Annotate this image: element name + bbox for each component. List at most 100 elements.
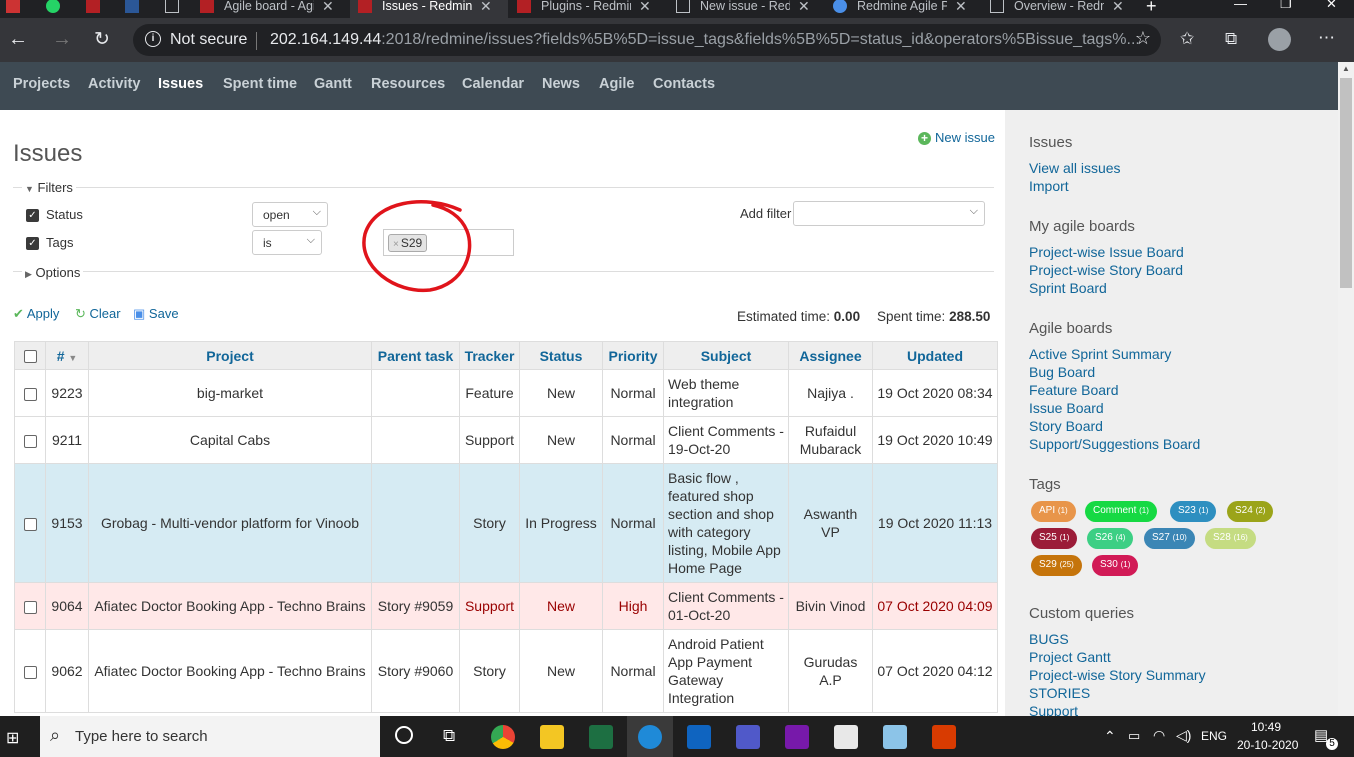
status-filter-checkbox[interactable]: ✓ — [26, 209, 39, 222]
not-secure-label[interactable]: Not secure — [170, 31, 247, 49]
remove-tag-icon[interactable]: × — [393, 239, 399, 250]
teams-icon[interactable] — [736, 725, 760, 749]
table-row[interactable]: 9062 Afiatec Doctor Booking App - Techno… — [14, 629, 998, 713]
notepad-icon[interactable] — [883, 725, 907, 749]
battery-icon[interactable]: ▭ — [1128, 728, 1140, 744]
board-link[interactable]: Project-wise Story Board — [1029, 262, 1183, 278]
issue-project[interactable]: big-market — [88, 369, 372, 417]
menu-calendar[interactable]: Calendar — [462, 76, 524, 92]
windows-start-icon[interactable]: ⊞ — [6, 728, 19, 748]
row-checkbox[interactable] — [23, 517, 37, 531]
cortana-icon[interactable] — [395, 726, 413, 744]
table-row[interactable]: 9153 Grobag - Multi-vendor platform for … — [14, 463, 998, 583]
tag-badge[interactable]: S27 (10) — [1144, 528, 1195, 549]
tab-plugins[interactable]: Plugins - Redmine✕ — [517, 0, 662, 18]
url-text[interactable]: 202.164.149.44:2018/redmine/issues?field… — [270, 31, 1140, 49]
tab-overview[interactable]: Overview - Redm ✕ — [990, 0, 1135, 18]
tab-agile-plugin[interactable]: Redmine Agile Pl ✕ — [833, 0, 978, 18]
restore-button[interactable]: ❐ — [1280, 0, 1292, 12]
minimize-button[interactable]: — — [1234, 0, 1247, 11]
close-icon[interactable]: ✕ — [798, 0, 810, 15]
save-link[interactable]: ▣ Save — [133, 306, 179, 322]
tab-whatsapp[interactable] — [46, 0, 70, 18]
view-all-issues-link[interactable]: View all issues — [1029, 160, 1121, 176]
menu-spent-time[interactable]: Spent time — [223, 76, 297, 92]
query-link[interactable]: Support — [1029, 703, 1078, 716]
tab-agile-board[interactable]: Agile board - Agi ✕ — [200, 0, 345, 18]
board-link[interactable]: Story Board — [1029, 418, 1103, 434]
col-status[interactable]: Status — [519, 341, 603, 370]
tab-issues[interactable]: Issues - Redmine ✕ — [350, 0, 508, 18]
query-link[interactable]: STORIES — [1029, 685, 1090, 701]
snip-tool-icon[interactable] — [932, 725, 956, 749]
menu-projects[interactable]: Projects — [13, 76, 70, 92]
window-close-button[interactable]: ✕ — [1326, 0, 1337, 12]
board-link[interactable]: Issue Board — [1029, 400, 1104, 416]
tag-badge[interactable]: S28 (16) — [1205, 528, 1256, 549]
menu-contacts[interactable]: Contacts — [653, 76, 715, 92]
menu-news[interactable]: News — [542, 76, 580, 92]
col-parent-task[interactable]: Parent task — [371, 341, 460, 370]
col-project[interactable]: Project — [88, 341, 372, 370]
menu-resources[interactable]: Resources — [371, 76, 445, 92]
avatar[interactable] — [1268, 28, 1291, 51]
import-link[interactable]: Import — [1029, 178, 1069, 194]
col-id[interactable]: # ▼ — [45, 341, 89, 370]
info-icon[interactable]: i — [145, 31, 161, 47]
table-row[interactable]: 9211 Capital Cabs Support New Normal Cli… — [14, 416, 998, 464]
query-link[interactable]: BUGS — [1029, 631, 1069, 647]
clear-link[interactable]: ↻ Clear — [75, 306, 121, 322]
col-assignee[interactable]: Assignee — [788, 341, 873, 370]
tab-powershell[interactable] — [125, 0, 149, 18]
col-subject[interactable]: Subject — [663, 341, 789, 370]
file-explorer-icon[interactable] — [540, 725, 564, 749]
issue-subject[interactable]: Client Comments - 19-Oct-20 — [663, 416, 789, 464]
tags-filter-checkbox[interactable]: ✓ — [26, 237, 39, 250]
tag-badge[interactable]: S24 (2) — [1227, 501, 1274, 522]
menu-activity[interactable]: Activity — [88, 76, 140, 92]
tab-redmine-pinned[interactable] — [86, 0, 110, 18]
tag-badge[interactable]: S26 (4) — [1087, 528, 1134, 549]
task-view-icon[interactable]: ⧉ — [443, 726, 455, 746]
issue-project[interactable]: Capital Cabs — [88, 416, 372, 464]
row-checkbox[interactable] — [23, 665, 37, 679]
edge-icon[interactable] — [638, 725, 662, 749]
col-priority[interactable]: Priority — [602, 341, 664, 370]
forward-button[interactable]: → — [52, 28, 72, 51]
new-issue-link[interactable]: + New issue — [918, 130, 995, 145]
wifi-icon[interactable]: ◠ — [1153, 727, 1165, 744]
options-toggle[interactable]: ▶ Options — [22, 265, 84, 280]
issue-assignee[interactable]: Bivin Vinod — [788, 582, 873, 630]
favorites-icon[interactable]: ✩ — [1180, 29, 1194, 49]
table-row[interactable]: 9223 big-market Feature New Normal Web t… — [14, 369, 998, 417]
issue-id[interactable]: 9153 — [45, 463, 89, 583]
board-link[interactable]: Active Sprint Summary — [1029, 346, 1171, 362]
issue-parent[interactable]: Story #9059 — [371, 582, 460, 630]
address-bar[interactable]: i Not secure 202.164.149.44:2018/redmine… — [133, 24, 1161, 56]
board-link[interactable]: Project-wise Issue Board — [1029, 244, 1184, 260]
issue-subject[interactable]: Web theme integration — [663, 369, 789, 417]
tags-value-input[interactable]: × S29 — [383, 229, 514, 256]
menu-agile[interactable]: Agile — [599, 76, 634, 92]
issue-parent[interactable] — [371, 369, 460, 417]
issue-id[interactable]: 9223 — [45, 369, 89, 417]
menu-issues[interactable]: Issues — [158, 76, 203, 92]
chart-app-icon[interactable] — [834, 725, 858, 749]
board-link[interactable]: Feature Board — [1029, 382, 1119, 398]
taskbar-search[interactable]: ⌕ Type here to search — [40, 716, 380, 757]
reload-button[interactable]: ↻ — [94, 28, 110, 51]
issue-assignee[interactable]: Najiya . — [788, 369, 873, 417]
row-checkbox[interactable] — [23, 434, 37, 448]
excel-icon[interactable] — [589, 725, 613, 749]
issue-project[interactable]: Afiatec Doctor Booking App - Techno Brai… — [88, 582, 372, 630]
query-link[interactable]: Project Gantt — [1029, 649, 1111, 665]
close-icon[interactable]: ✕ — [322, 0, 334, 15]
issue-assignee[interactable]: Gurudas A.P — [788, 629, 873, 713]
tab-blank[interactable] — [165, 0, 189, 18]
tag-badge[interactable]: S29 (25) — [1031, 555, 1082, 576]
tag-badge[interactable]: S30 (1) — [1092, 555, 1139, 576]
clock-date[interactable]: 20-10-2020 — [1237, 738, 1298, 752]
col-tracker[interactable]: Tracker — [459, 341, 520, 370]
tag-badge[interactable]: S25 (1) — [1031, 528, 1078, 549]
issue-assignee[interactable]: Aswanth VP — [788, 463, 873, 583]
